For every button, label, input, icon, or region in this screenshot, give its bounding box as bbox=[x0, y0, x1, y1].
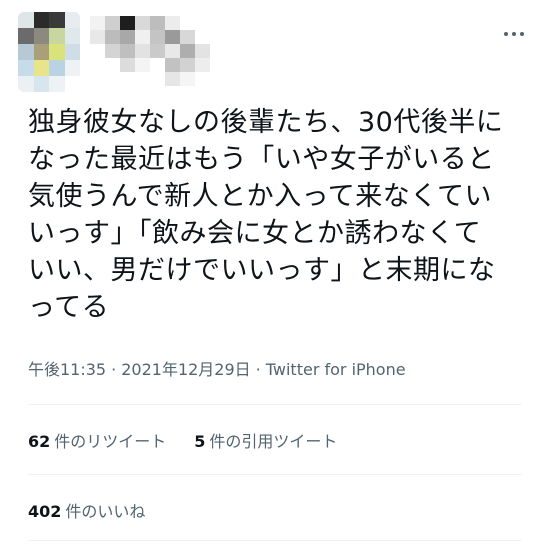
tweet-text-line: なった最近はもう「いや女子がいると bbox=[28, 144, 495, 175]
retweet-count: 62 bbox=[28, 432, 51, 451]
divider bbox=[28, 404, 522, 405]
meta-separator: · bbox=[111, 360, 117, 379]
likes-stat[interactable]: 402 件のいいね bbox=[28, 498, 145, 522]
tweet-source-link[interactable]: Twitter for iPhone bbox=[266, 360, 406, 379]
tweet-text-line: ってる bbox=[28, 292, 110, 323]
author-name-pixelated[interactable] bbox=[90, 16, 210, 86]
tweet-text-line: 気使うんで新人とか入って来なくてい bbox=[28, 181, 492, 212]
engagement-stats-row: 62 件のリツイート 5 件の引用ツイート bbox=[28, 428, 365, 452]
likes-stats-row: 402 件のいいね bbox=[28, 498, 173, 522]
retweets-stat[interactable]: 62 件のリツイート bbox=[28, 428, 166, 452]
quote-label: 件の引用ツイート bbox=[209, 432, 338, 451]
more-options-button[interactable] bbox=[500, 24, 528, 44]
more-horizontal-icon bbox=[504, 32, 508, 36]
tweet-text-line: 独身彼女なしの後輩たち、30代後半に bbox=[28, 107, 504, 138]
tweet-time[interactable]: 午後11:35 bbox=[28, 360, 106, 379]
quote-count: 5 bbox=[194, 432, 206, 451]
tweet-date[interactable]: 2021年12月29日 bbox=[121, 360, 250, 379]
tweet-text: 独身彼女なしの後輩たち、30代後半に なった最近はもう「いや女子がいると 気使うんで… bbox=[28, 104, 528, 326]
meta-separator: · bbox=[255, 360, 261, 379]
like-label: 件のいいね bbox=[65, 502, 146, 521]
divider bbox=[28, 540, 522, 541]
tweet-meta: 午後11:35 · 2021年12月29日 · Twitter for iPhone bbox=[28, 356, 406, 380]
avatar[interactable] bbox=[18, 12, 80, 92]
like-count: 402 bbox=[28, 502, 62, 521]
tweet-header bbox=[0, 0, 550, 100]
tweet-text-line: いっす」「飲み会に女とか誘わなくて bbox=[28, 218, 482, 249]
quote-tweets-stat[interactable]: 5 件の引用ツイート bbox=[194, 428, 337, 452]
retweet-label: 件のリツイート bbox=[54, 432, 167, 451]
divider bbox=[28, 474, 522, 475]
tweet-text-line: いい、男だけでいいっす」と末期にな bbox=[28, 255, 496, 286]
